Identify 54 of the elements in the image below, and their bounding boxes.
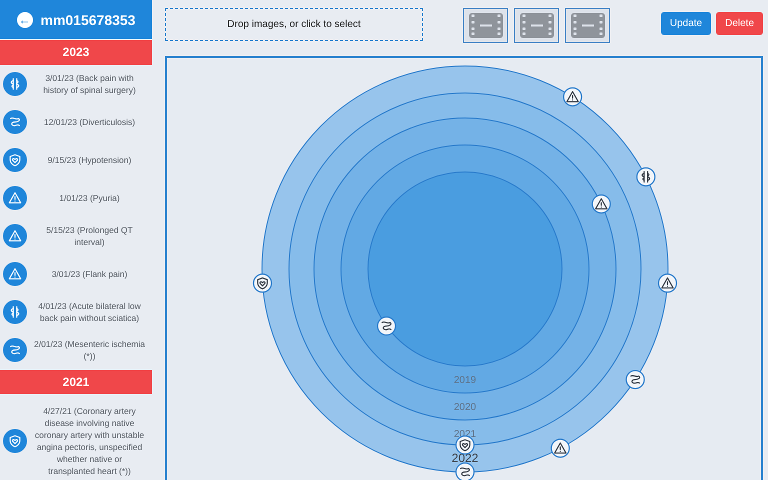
image-dropzone[interactable]: Drop images, or click to select	[165, 8, 423, 41]
diagnosis-item[interactable]: 4/27/21 (Coronary artery disease involving native coronary artery with unstable angina pectoris, unspecified whether native or transplanted heart (*))	[0, 402, 152, 480]
year-label: 2020	[454, 402, 476, 413]
warning-icon	[8, 228, 22, 243]
warning-icon	[8, 190, 22, 205]
timeline-marker[interactable]	[658, 274, 678, 293]
diagnosis-item[interactable]: 2/01/23 (Mesenteric ischemia (*))	[0, 330, 152, 369]
diagnosis-item[interactable]: 12/01/23 (Diverticulosis)	[0, 102, 152, 141]
timeline-marker[interactable]	[455, 435, 475, 455]
warning-icon	[566, 92, 578, 102]
timeline-marker[interactable]	[562, 87, 582, 106]
diagnosis-item[interactable]: 4/01/23 (Acute bilateral low back pain without sciatica)	[0, 292, 152, 331]
warning-icon	[596, 198, 607, 209]
film-icon	[468, 13, 502, 38]
timeline-marker[interactable]	[636, 167, 656, 186]
update-button[interactable]: Update	[660, 12, 712, 35]
timeline-marker[interactable]	[550, 438, 570, 458]
intestine-icon	[382, 322, 391, 330]
spine-icon	[8, 304, 22, 319]
year-header: 2023	[0, 40, 152, 65]
timeline-marker[interactable]	[252, 274, 272, 293]
year-label: 2019	[454, 375, 476, 386]
heart-icon	[8, 152, 22, 167]
patient-id: mm015678353	[40, 12, 136, 28]
film-icon	[570, 13, 604, 38]
diagnosis-item[interactable]: 5/15/23 (Prolonged QT interval)	[0, 216, 152, 255]
warning-icon	[8, 266, 22, 281]
diagnosis-item[interactable]: 3/01/23 (Back pain with history of spinal surgery)	[0, 64, 152, 103]
intestine-icon	[8, 114, 22, 129]
timeline-marker[interactable]	[626, 370, 645, 390]
video-thumbnail[interactable]	[514, 8, 559, 43]
year-label: 2022	[452, 451, 478, 465]
back-button[interactable]: ←	[16, 12, 32, 28]
delete-button[interactable]: Delete	[716, 12, 763, 35]
year-header: 2021	[0, 370, 152, 394]
timeline-marker[interactable]	[376, 316, 396, 336]
film-icon	[520, 13, 554, 38]
video-thumbnail[interactable]	[565, 8, 610, 43]
spine-icon	[8, 76, 22, 91]
warning-icon	[662, 278, 674, 288]
heart-icon	[258, 278, 268, 289]
heart-icon	[8, 434, 22, 448]
intestine-icon	[460, 468, 470, 476]
intestine-icon	[8, 342, 22, 357]
intestine-icon	[630, 376, 640, 384]
warning-icon	[554, 443, 566, 454]
video-thumbnail[interactable]	[463, 8, 508, 43]
heart-icon	[460, 440, 470, 451]
timeline-marker[interactable]	[592, 194, 611, 214]
diagnosis-item[interactable]: 9/15/23 (Hypotension)	[0, 140, 152, 179]
diagnosis-item[interactable]: 1/01/23 (Pyuria)	[0, 178, 152, 217]
spine-icon	[642, 172, 650, 182]
timeline-marker[interactable]	[455, 462, 475, 480]
diagnosis-item[interactable]: 3/01/23 (Flank pain)	[0, 254, 152, 293]
